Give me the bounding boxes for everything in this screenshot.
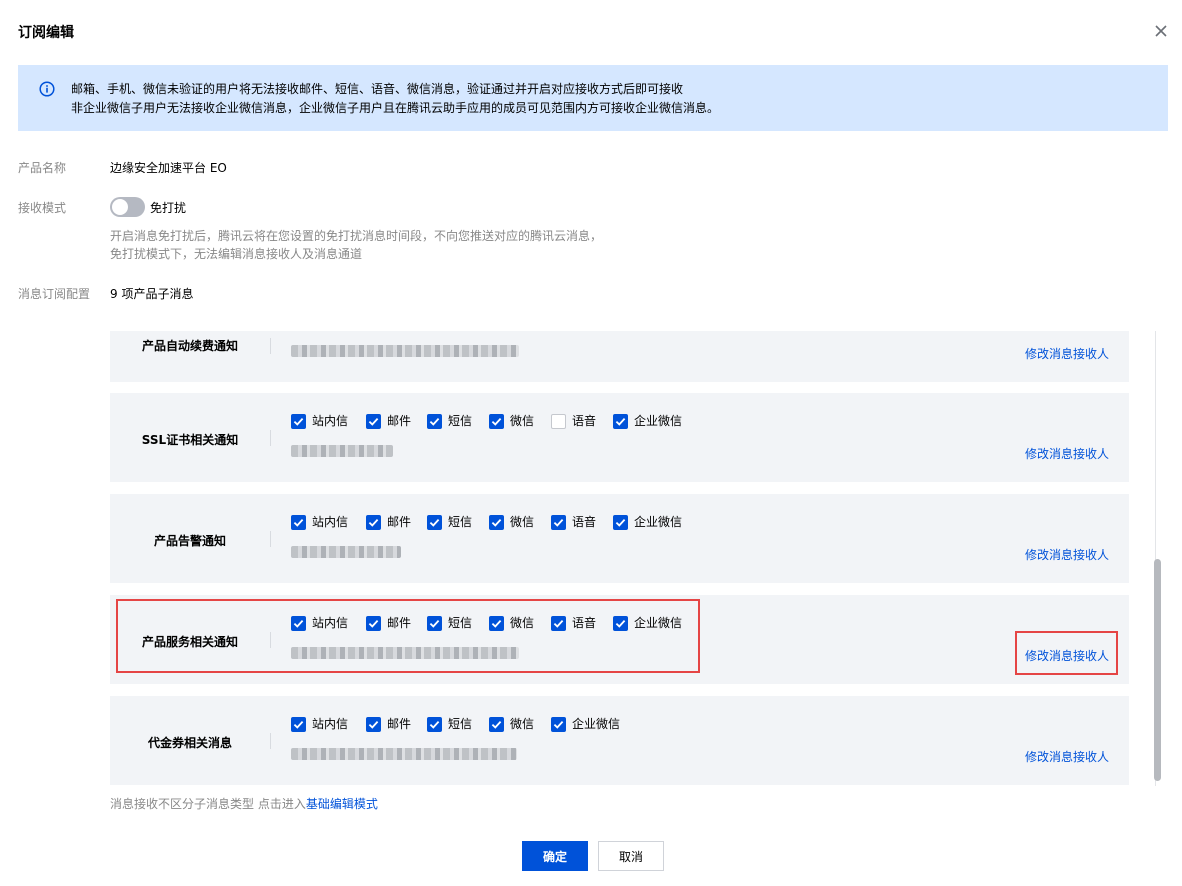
checkbox-checked-icon[interactable] — [551, 717, 566, 732]
channel-label: 站内信 — [312, 717, 349, 731]
channel-label: 企业微信 — [572, 717, 621, 731]
recipient-redacted — [291, 546, 401, 558]
checkbox-checked-icon[interactable] — [291, 717, 306, 732]
channel-label: 短信 — [448, 414, 473, 428]
info-alert: 邮箱、手机、微信未验证的用户将无法接收邮件、短信、语音、微信消息，验证通过并开启… — [18, 65, 1168, 131]
channel-label: 微信 — [510, 515, 535, 529]
checkbox-checked-icon[interactable] — [613, 616, 628, 631]
modify-recipient-link[interactable]: 修改消息接收人 — [1025, 345, 1109, 362]
checkbox-checked-icon[interactable] — [489, 515, 504, 530]
subscription-name: 产品服务相关通知 — [141, 635, 238, 649]
subscription-card: 产品服务相关通知 站内信 邮件 短信 微信 语音 企业微信修改消息接收人 — [110, 595, 1129, 684]
checkbox-checked-icon[interactable] — [489, 414, 504, 429]
basic-edit-mode-link[interactable]: 基础编辑模式 — [306, 797, 378, 811]
channel-label: 站内信 — [312, 515, 349, 529]
channel-label: 站内信 — [312, 414, 349, 428]
scrollbar-thumb[interactable] — [1154, 559, 1161, 781]
checkbox-checked-icon[interactable] — [427, 414, 442, 429]
channel-label: 邮件 — [387, 616, 412, 630]
cancel-button[interactable]: 取消 — [598, 841, 664, 871]
recipient-redacted — [291, 445, 393, 457]
dnd-help-line-1: 开启消息免打扰后，腾讯云将在您设置的免打扰消息时间段，不向您推送对应的腾讯云消息… — [110, 229, 603, 243]
modify-recipient-link[interactable]: 修改消息接收人 — [1025, 546, 1109, 563]
channel-label: 短信 — [448, 515, 473, 529]
checkbox-checked-icon[interactable] — [427, 616, 442, 631]
channel-label: 邮件 — [387, 414, 412, 428]
channel-label: 微信 — [510, 616, 535, 630]
subscription-list[interactable]: 产品自动续费通知 修改消息接收人 SSL证书相关通知 站内信 邮件 短信 微信 语音 企业微信修… — [110, 331, 1150, 786]
footer-hint-text: 消息接收不区分子消息类型 点击进入 — [110, 797, 306, 811]
card-divider — [270, 430, 271, 446]
checkbox-checked-icon[interactable] — [613, 414, 628, 429]
channel-label: 企业微信 — [634, 616, 683, 630]
checkbox-checked-icon[interactable] — [291, 414, 306, 429]
toggle-knob — [112, 199, 128, 215]
card-divider — [270, 733, 271, 749]
product-name-label: 产品名称 — [18, 161, 67, 175]
checkbox-checked-icon[interactable] — [366, 616, 381, 631]
channel-label: 微信 — [510, 414, 535, 428]
card-divider — [270, 531, 271, 547]
dnd-help-line-2: 免打扰模式下，无法编辑消息接收人及消息通道 — [110, 247, 363, 261]
subscription-name: 代金券相关消息 — [147, 736, 232, 750]
checkbox-checked-icon[interactable] — [366, 414, 381, 429]
list-scrollbar[interactable] — [1151, 331, 1163, 786]
subscription-card: 产品告警通知 站内信 邮件 短信 微信 语音 企业微信修改消息接收人 — [110, 494, 1129, 583]
dnd-toggle-label: 免打扰 — [150, 201, 187, 215]
footer-hint: 消息接收不区分子消息类型 点击进入基础编辑模式 — [110, 795, 378, 812]
channel-label: 语音 — [572, 616, 597, 630]
confirm-button[interactable]: 确定 — [522, 841, 588, 871]
channel-label: 邮件 — [387, 717, 412, 731]
info-circle-icon — [39, 81, 55, 97]
channel-label: 微信 — [510, 717, 535, 731]
checkbox-checked-icon[interactable] — [551, 616, 566, 631]
checkbox-checked-icon[interactable] — [291, 616, 306, 631]
checkbox-checked-icon[interactable] — [489, 616, 504, 631]
subscription-name: SSL证书相关通知 — [141, 433, 239, 447]
checkbox-checked-icon[interactable] — [489, 717, 504, 732]
receive-mode-label: 接收模式 — [18, 201, 67, 215]
recipient-redacted — [291, 647, 519, 659]
channel-label: 短信 — [448, 717, 473, 731]
channel-label: 语音 — [572, 414, 597, 428]
channel-label: 短信 — [448, 616, 473, 630]
recipient-redacted — [291, 748, 517, 760]
checkbox-checked-icon[interactable] — [366, 515, 381, 530]
channel-label: 语音 — [572, 515, 597, 529]
channel-label: 站内信 — [312, 616, 349, 630]
channel-label: 企业微信 — [634, 414, 683, 428]
close-icon[interactable] — [1153, 23, 1169, 39]
card-divider — [270, 632, 271, 648]
modify-recipient-link[interactable]: 修改消息接收人 — [1025, 647, 1109, 664]
channel-label: 企业微信 — [634, 515, 683, 529]
checkbox-unchecked-icon[interactable] — [551, 414, 566, 429]
checkbox-checked-icon[interactable] — [551, 515, 566, 530]
checkbox-checked-icon[interactable] — [366, 717, 381, 732]
channel-label: 邮件 — [387, 515, 412, 529]
checkbox-checked-icon[interactable] — [427, 515, 442, 530]
modify-recipient-link[interactable]: 修改消息接收人 — [1025, 445, 1109, 462]
subscription-card: 产品自动续费通知 修改消息接收人 — [110, 331, 1129, 382]
dnd-toggle[interactable] — [110, 197, 145, 217]
alert-text-line-2: 非企业微信子用户无法接收企业微信消息，企业微信子用户且在腾讯云助手应用的成员可见… — [71, 101, 720, 115]
subscription-card: SSL证书相关通知 站内信 邮件 短信 微信 语音 企业微信修改消息接收人 — [110, 393, 1129, 482]
subscription-name: 产品自动续费通知 — [141, 339, 238, 353]
recipient-redacted — [291, 345, 519, 357]
dialog-title: 订阅编辑 — [18, 25, 74, 41]
subscription-card: 代金券相关消息 站内信 邮件 短信 微信 企业微信修改消息接收人 — [110, 696, 1129, 785]
modify-recipient-link[interactable]: 修改消息接收人 — [1025, 748, 1109, 765]
card-divider — [270, 338, 271, 354]
checkbox-checked-icon[interactable] — [291, 515, 306, 530]
alert-text-line-1: 邮箱、手机、微信未验证的用户将无法接收邮件、短信、语音、微信消息，验证通过并开启… — [71, 82, 684, 96]
config-value: 9 项产品子消息 — [110, 287, 194, 301]
checkbox-checked-icon[interactable] — [427, 717, 442, 732]
config-label: 消息订阅配置 — [18, 287, 91, 301]
subscription-name: 产品告警通知 — [153, 534, 226, 548]
product-name-value: 边缘安全加速平台 EO — [110, 161, 227, 175]
checkbox-checked-icon[interactable] — [613, 515, 628, 530]
